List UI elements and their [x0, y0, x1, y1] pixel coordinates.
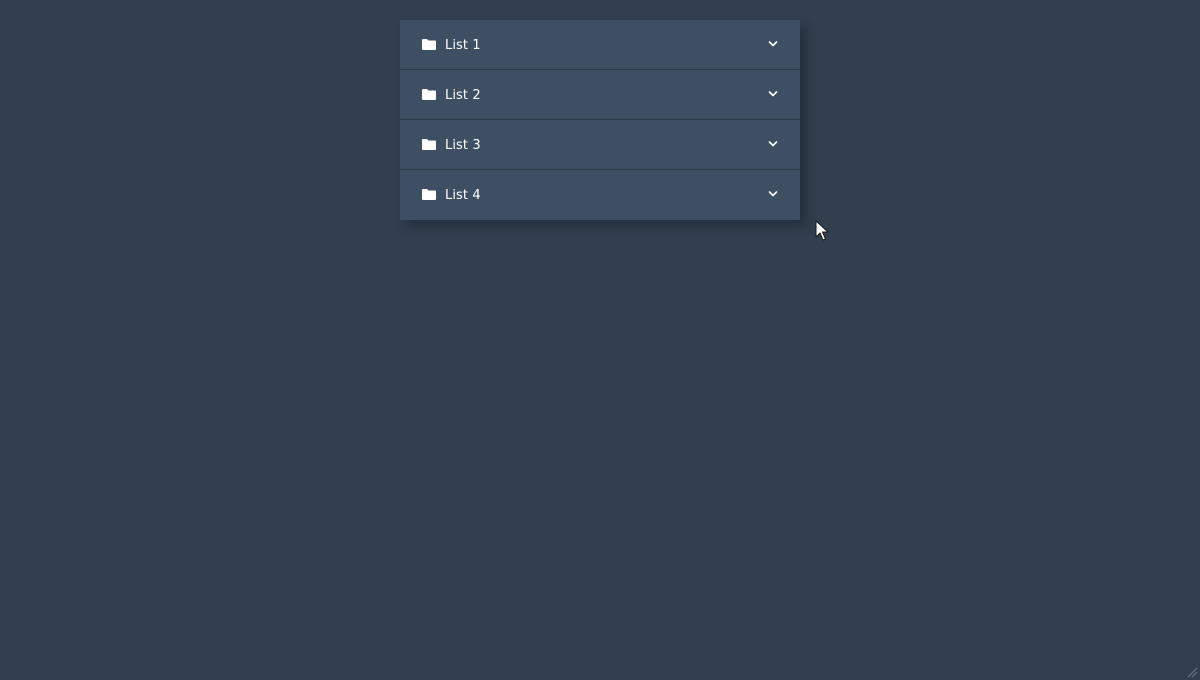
accordion-item-list-1[interactable]: List 1 — [400, 20, 800, 70]
mouse-pointer-icon — [815, 220, 829, 241]
accordion-item-list-2[interactable]: List 2 — [400, 70, 800, 120]
chevron-down-icon[interactable] — [768, 90, 778, 98]
accordion-item-label: List 3 — [445, 138, 481, 153]
accordion-item-label: List 2 — [445, 88, 481, 103]
folder-icon — [422, 139, 436, 150]
chevron-down-icon[interactable] — [768, 190, 778, 198]
resize-grip-icon[interactable] — [1186, 666, 1198, 678]
accordion-item-label: List 4 — [445, 188, 481, 203]
accordion-menu: List 1 List 2 List 3 List 4 — [400, 20, 800, 220]
accordion-item-list-4[interactable]: List 4 — [400, 170, 800, 220]
folder-icon — [422, 189, 436, 200]
accordion-item-label: List 1 — [445, 38, 481, 53]
accordion-item-list-3[interactable]: List 3 — [400, 120, 800, 170]
folder-icon — [422, 39, 436, 50]
folder-icon — [422, 89, 436, 100]
chevron-down-icon[interactable] — [768, 140, 778, 148]
chevron-down-icon[interactable] — [768, 40, 778, 48]
